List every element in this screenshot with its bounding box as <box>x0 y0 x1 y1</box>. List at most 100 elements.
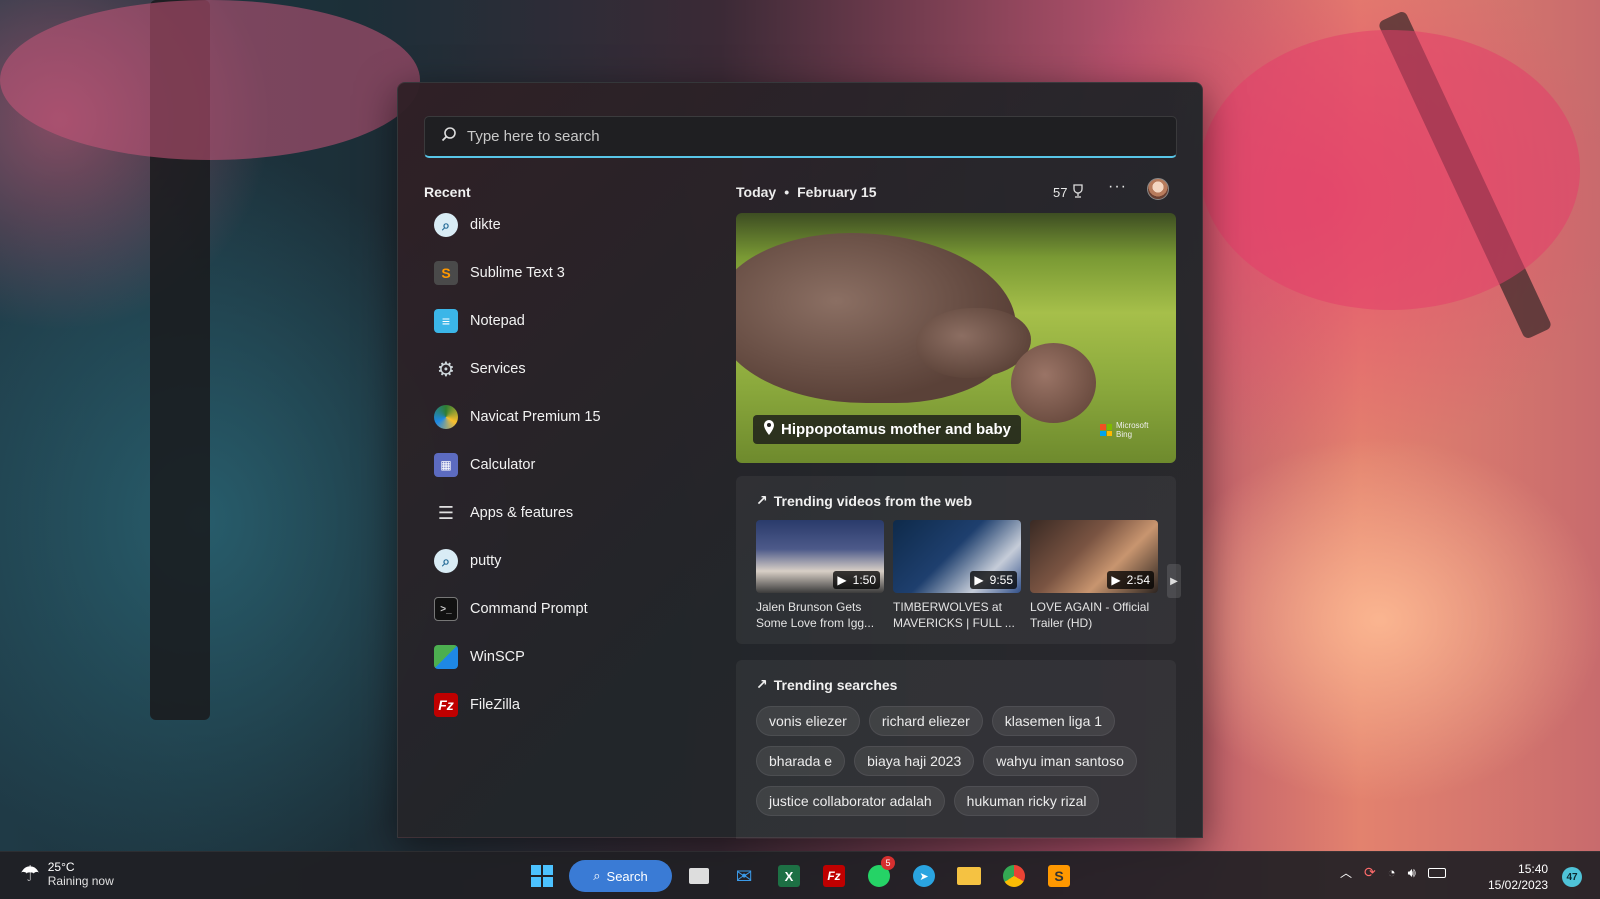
play-icon: ▶ <box>1111 573 1121 587</box>
recent-item-label: Services <box>470 361 526 377</box>
volume-icon[interactable]: 🔊︎ <box>1408 865 1416 881</box>
wifi-icon[interactable]: ◔ <box>1388 865 1396 880</box>
recent-item-command-prompt[interactable]: >_ Command Prompt <box>424 585 714 633</box>
recent-item-filezilla[interactable]: Fz FileZilla <box>424 681 714 729</box>
next-videos-button[interactable]: ▶ <box>1167 564 1181 598</box>
recent-item-notepad[interactable]: ≡ Notepad <box>424 297 714 345</box>
notification-count-badge[interactable]: 47 <box>1562 867 1582 887</box>
video-duration: ▶ 2:54 <box>1107 571 1154 589</box>
video-row: ▶ 1:50 Jalen Brunson Gets Some Love from … <box>756 520 1158 631</box>
video-duration: ▶ 9:55 <box>970 571 1017 589</box>
trending-chip[interactable]: biaya haji 2023 <box>854 746 975 776</box>
trending-chips: vonis eliezer richard eliezer klasemen l… <box>756 706 1166 816</box>
winscp-icon <box>434 645 458 669</box>
chrome-icon <box>1003 865 1025 887</box>
whatsapp-app[interactable]: 5 <box>861 856 897 894</box>
chrome-app[interactable] <box>996 858 1032 894</box>
card-title-text: Trending searches <box>773 676 898 693</box>
windows-logo-icon <box>531 865 553 887</box>
taskbar-apps: ⌕ Search ✉ X Fz 5 ➤ S <box>524 856 1077 894</box>
umbrella-rain-icon: ☂ <box>20 861 40 886</box>
trending-chip[interactable]: bharada e <box>756 746 846 776</box>
telegram-app[interactable]: ➤ <box>906 858 942 894</box>
video-title: Jalen Brunson Gets Some Love from Igg... <box>756 600 875 630</box>
video-item[interactable]: ▶ 1:50 Jalen Brunson Gets Some Love from … <box>756 520 884 631</box>
microsoft-bing-logo: Microsoft Bing <box>1100 421 1154 439</box>
services-gear-icon: ⚙ <box>437 358 455 381</box>
trending-arrow-icon: ↗ <box>756 676 768 692</box>
filezilla-app[interactable]: Fz <box>816 858 852 894</box>
excel-icon: X <box>778 865 800 887</box>
file-explorer-app[interactable] <box>951 858 987 894</box>
search-icon: ⌕ <box>434 549 458 573</box>
recent-heading: Recent <box>424 184 471 200</box>
recent-item-sublime-text[interactable]: S Sublime Text 3 <box>424 249 714 297</box>
today-header: Today • February 15 <box>736 184 876 200</box>
hero-caption[interactable]: Hippopotamus mother and baby <box>753 415 1022 444</box>
bing-hero-image[interactable]: Hippopotamus mother and baby Microsoft B… <box>736 213 1176 463</box>
weather-temp: 25°C <box>47 860 75 874</box>
task-view-button[interactable] <box>681 858 717 894</box>
recent-item-apps-features[interactable]: ☰ Apps & features <box>424 489 714 537</box>
hippo-baby-shape <box>1011 343 1096 423</box>
trending-chip[interactable]: klasemen liga 1 <box>991 706 1116 736</box>
search-box[interactable] <box>424 116 1177 158</box>
video-item[interactable]: ▶ 2:54 LOVE AGAIN - Official Trailer (HD) <box>1030 520 1158 631</box>
mail-icon: ✉ <box>735 865 753 888</box>
recent-item-label: FileZilla <box>470 697 520 713</box>
video-thumbnail: ▶ 1:50 <box>756 520 884 593</box>
recent-list: ⌕ dikte S Sublime Text 3 ≡ Notepad ⚙ Ser… <box>424 201 714 729</box>
recent-item-putty[interactable]: ⌕ putty <box>424 537 714 585</box>
trending-chip[interactable]: vonis eliezer <box>756 706 860 736</box>
start-search-panel: Recent ⌕ dikte S Sublime Text 3 ≡ Notepa… <box>397 82 1203 839</box>
trending-chip[interactable]: richard eliezer <box>868 706 983 736</box>
trending-videos-card: ↗ Trending videos from the web ▶ 1:50 Jal… <box>736 476 1181 644</box>
avatar[interactable] <box>1147 178 1169 200</box>
points-value: 57 <box>1053 185 1068 200</box>
taskbar-search-button[interactable]: ⌕ Search <box>569 860 672 892</box>
sublime-text-icon: S <box>1048 865 1070 887</box>
command-prompt-icon: >_ <box>434 597 458 621</box>
rewards-points[interactable]: 57 <box>1053 184 1085 201</box>
duration-text: 9:55 <box>989 573 1013 587</box>
video-title: TIMBERWOLVES at MAVERICKS | FULL ... <box>893 600 1015 630</box>
recent-item-dikte[interactable]: ⌕ dikte <box>424 201 714 249</box>
recent-item-label: Notepad <box>470 313 525 329</box>
start-button[interactable] <box>524 858 560 894</box>
trending-chip[interactable]: justice collaborator adalah <box>756 786 945 816</box>
clock[interactable]: 15:40 15/02/2023 <box>1488 861 1548 893</box>
taskbar-search-label: Search <box>606 868 648 884</box>
video-thumbnail: ▶ 2:54 <box>1030 520 1158 593</box>
mail-app[interactable]: ✉ <box>726 858 762 894</box>
recent-item-navicat[interactable]: Navicat Premium 15 <box>424 393 714 441</box>
search-input[interactable] <box>457 117 1176 156</box>
taskbar: ☂ 25°C Raining now ⌕ Search ✉ X Fz 5 ➤ S… <box>0 851 1600 899</box>
more-options-button[interactable]: ··· <box>1108 178 1127 196</box>
today-label: Today <box>736 184 777 200</box>
apps-features-icon: ☰ <box>437 502 455 523</box>
recent-item-winscp[interactable]: WinSCP <box>424 633 714 681</box>
sync-icon[interactable]: ⟳ <box>1364 864 1376 881</box>
search-icon <box>441 126 457 147</box>
battery-icon[interactable] <box>1427 867 1446 878</box>
recent-item-label: Sublime Text 3 <box>470 265 565 281</box>
weather-widget[interactable]: ☂ 25°C Raining now <box>20 860 114 888</box>
separator-dot: • <box>784 184 790 200</box>
wallpaper-foliage <box>1200 30 1580 310</box>
trending-chip[interactable]: hukuman ricky rizal <box>953 786 1100 816</box>
search-icon: ⌕ <box>593 868 601 883</box>
chevron-up-icon[interactable]: ︿ <box>1340 864 1352 881</box>
search-icon: ⌕ <box>434 213 458 237</box>
excel-app[interactable]: X <box>771 858 807 894</box>
trending-videos-title: ↗ Trending videos from the web <box>756 492 972 509</box>
recent-item-services[interactable]: ⚙ Services <box>424 345 714 393</box>
clock-time: 15:40 <box>1518 862 1549 876</box>
card-title-text: Trending videos from the web <box>773 492 973 509</box>
trending-chip[interactable]: wahyu iman santoso <box>983 746 1137 776</box>
video-item[interactable]: ▶ 9:55 TIMBERWOLVES at MAVERICKS | FULL .… <box>893 520 1021 631</box>
recent-item-label: dikte <box>470 217 501 233</box>
sublime-text-app[interactable]: S <box>1041 858 1077 894</box>
play-icon: ▶ <box>974 573 984 587</box>
trending-searches-card: ↗ Trending searches vonis eliezer richar… <box>736 660 1176 839</box>
recent-item-calculator[interactable]: ▦ Calculator <box>424 441 714 489</box>
